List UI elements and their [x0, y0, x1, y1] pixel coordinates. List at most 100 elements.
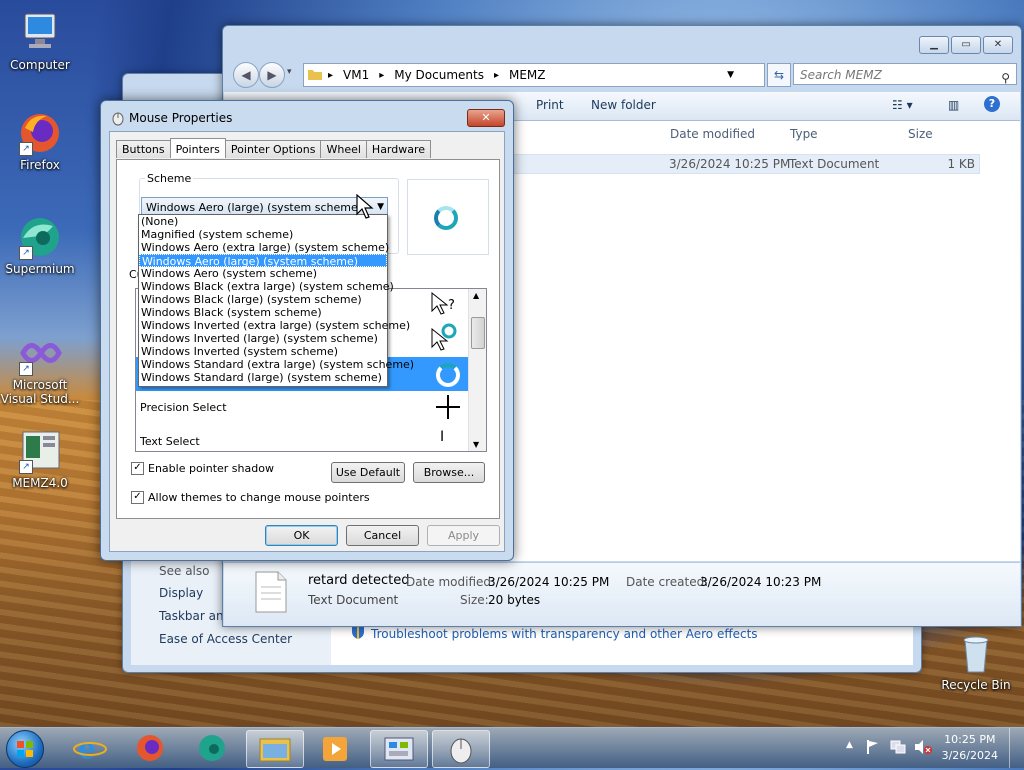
pointer-list-scrollbar[interactable]: ▲ ▼	[468, 289, 486, 451]
show-desktop-button[interactable]	[1009, 728, 1024, 768]
desktop-icon-computer[interactable]: Computer	[0, 10, 80, 72]
desktop-icon-firefox[interactable]: ↗ Firefox	[0, 110, 80, 172]
view-options-icon[interactable]: ☷ ▾	[892, 98, 913, 112]
network-icon[interactable]	[890, 739, 906, 758]
scheme-option[interactable]: Windows Aero (system scheme)	[139, 267, 387, 280]
pointer-row-text-select[interactable]: Text Select	[140, 435, 200, 448]
search-icon: ⚲	[1001, 71, 1010, 85]
start-button[interactable]	[6, 730, 44, 768]
minimize-button[interactable]: ▁	[919, 36, 949, 54]
scheme-option[interactable]: Windows Inverted (large) (system scheme)	[139, 332, 387, 345]
column-type[interactable]: Type	[790, 127, 818, 141]
desktop-icon-recycle-bin[interactable]: Recycle Bin	[936, 630, 1016, 692]
breadcrumb-memz[interactable]: MEMZ	[509, 68, 546, 82]
scheme-dropdown-list[interactable]: (None) Magnified (system scheme) Windows A…	[138, 214, 414, 387]
refresh-icon[interactable]: ⇆	[767, 63, 791, 87]
scheme-option[interactable]: Windows Black (extra large) (system sche…	[139, 280, 394, 293]
desktop-icon-visual-studio[interactable]: ↗ Microsoft Visual Stud...	[0, 330, 80, 406]
folder-icon	[308, 68, 322, 83]
tab-buttons[interactable]: Buttons	[116, 140, 171, 158]
document-icon	[254, 571, 288, 616]
taskbar-supermium[interactable]	[184, 730, 240, 766]
close-button[interactable]: ✕	[983, 36, 1013, 54]
back-button[interactable]: ◀	[233, 62, 259, 88]
scroll-up-icon[interactable]: ▲	[473, 291, 479, 300]
taskbar-internet-explorer[interactable]: e	[62, 730, 118, 766]
scheme-option[interactable]: Windows Inverted (system scheme)	[139, 345, 387, 358]
computer-icon	[17, 10, 63, 56]
scheme-option[interactable]: Magnified (system scheme)	[139, 228, 387, 241]
scroll-down-icon[interactable]: ▼	[473, 440, 479, 449]
pointer-row-precision[interactable]: Precision Select	[140, 401, 227, 414]
taskbar-mouse-properties[interactable]	[432, 730, 490, 768]
breadcrumb-my-documents[interactable]: My Documents	[394, 68, 484, 82]
tab-hardware[interactable]: Hardware	[365, 140, 432, 158]
scheme-option[interactable]: Windows Aero (large) (system scheme)	[139, 254, 387, 268]
scheme-option[interactable]: (None)	[139, 215, 387, 228]
column-size[interactable]: Size	[908, 127, 933, 141]
ok-button[interactable]: OK	[265, 525, 338, 546]
internet-explorer-icon: e	[73, 732, 107, 765]
busy-ring-icon	[434, 206, 458, 230]
scheme-option[interactable]: Windows Standard (large) (system scheme)	[139, 371, 387, 384]
desktop-icon-memz[interactable]: ↗ MEMZ4.0	[0, 428, 80, 490]
action-center-flag-icon[interactable]	[866, 739, 880, 758]
file-row[interactable]: 3/26/2024 10:25 PM Text Document 1 KB	[484, 154, 980, 174]
scheme-option[interactable]: Windows Standard (extra large) (system s…	[139, 358, 414, 371]
cancel-button[interactable]: Cancel	[346, 525, 419, 546]
tab-wheel[interactable]: Wheel	[320, 140, 367, 158]
desktop-icon-supermium[interactable]: ↗ Supermium	[0, 214, 80, 276]
mouse-icon	[450, 738, 472, 764]
apply-button[interactable]: Apply	[427, 525, 500, 546]
maximize-button[interactable]: ▭	[951, 36, 981, 54]
recycle-bin-icon	[953, 630, 999, 676]
taskbar-firefox[interactable]	[122, 730, 178, 766]
desktop-icon-label: MEMZ4.0	[12, 476, 68, 490]
scheme-option[interactable]: Windows Black (system scheme)	[139, 306, 387, 319]
shortcut-arrow-icon: ↗	[19, 142, 33, 156]
mouse-icon	[111, 110, 125, 129]
desktop-icon-label: Supermium	[5, 262, 75, 276]
scheme-option[interactable]: Windows Inverted (extra large) (system s…	[139, 319, 410, 332]
scheme-option[interactable]: Windows Black (large) (system scheme)	[139, 293, 387, 306]
details-file-type: Text Document	[308, 593, 399, 607]
file-date: 3/26/2024 10:25 PM	[669, 157, 791, 171]
visual-studio-icon: ↗	[17, 330, 63, 376]
use-default-button[interactable]: Use Default	[331, 462, 405, 483]
show-hidden-icons[interactable]: ▲	[846, 740, 853, 750]
checkbox-checked-icon: ✓	[131, 462, 144, 475]
link-ease-of-access[interactable]: Ease of Access Center	[159, 632, 292, 646]
search-input[interactable]: Search MEMZ ⚲	[793, 63, 1017, 85]
address-dropdown-icon[interactable]: ▼	[727, 70, 734, 80]
scheme-label: Scheme	[145, 172, 194, 185]
enable-shadow-checkbox[interactable]: ✓ Enable pointer shadow	[131, 462, 274, 475]
volume-muted-icon[interactable]	[914, 739, 932, 758]
column-date-modified[interactable]: Date modified	[670, 127, 755, 141]
link-taskbar[interactable]: Taskbar and	[159, 609, 231, 623]
help-icon[interactable]: ?	[984, 96, 1000, 112]
allow-themes-checkbox[interactable]: ✓ Allow themes to change mouse pointers	[131, 491, 370, 504]
breadcrumb-vm1[interactable]: VM1	[343, 68, 369, 82]
browse-button[interactable]: Browse...	[413, 462, 485, 483]
dialog-close-button[interactable]: ✕	[467, 109, 505, 127]
taskbar-control-panel[interactable]	[370, 730, 428, 768]
taskbar-explorer[interactable]	[246, 730, 304, 768]
dialog-title: Mouse Properties	[129, 111, 233, 125]
address-bar[interactable]: ▸ VM1 ▸ My Documents ▸ MEMZ ▼	[303, 63, 765, 87]
new-folder-button[interactable]: New folder	[591, 98, 656, 112]
clock[interactable]: 10:25 PM 3/26/2024	[942, 732, 998, 764]
recent-pages-icon[interactable]: ▾	[287, 67, 292, 77]
shortcut-arrow-icon: ↗	[19, 460, 33, 474]
scrollbar-thumb[interactable]	[471, 317, 485, 349]
taskbar-media-player[interactable]	[308, 730, 364, 766]
print-button[interactable]: Print	[536, 98, 564, 112]
scheme-option[interactable]: Windows Aero (extra large) (system schem…	[139, 241, 389, 254]
forward-button[interactable]: ▶	[259, 62, 285, 88]
details-modified-value: 3/26/2024 10:25 PM	[488, 575, 610, 589]
tab-pointer-options[interactable]: Pointer Options	[224, 140, 322, 158]
clock-date: 3/26/2024	[941, 749, 998, 762]
tab-pointers[interactable]: Pointers	[169, 138, 226, 158]
shortcut-arrow-icon: ↗	[19, 246, 33, 260]
preview-pane-icon[interactable]: ▥	[948, 98, 959, 112]
link-display[interactable]: Display	[159, 586, 203, 600]
